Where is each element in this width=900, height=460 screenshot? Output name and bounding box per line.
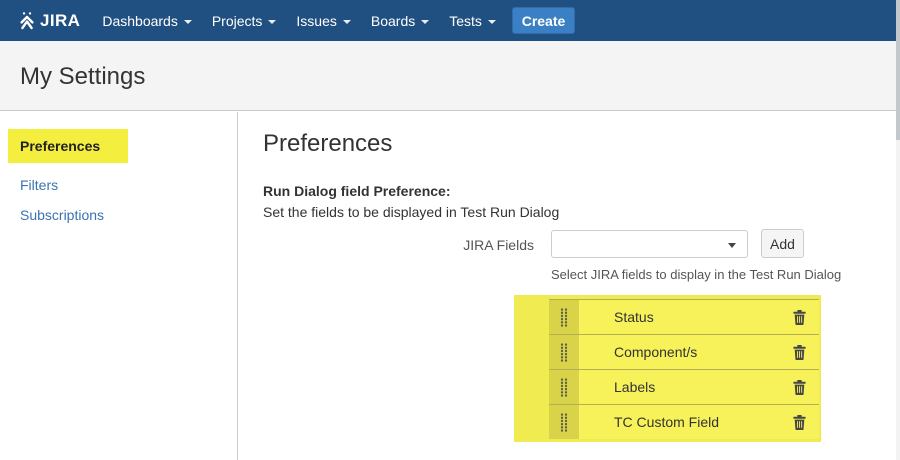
field-label: Status [614, 300, 654, 335]
nav-item-issues[interactable]: Issues [286, 0, 360, 41]
drag-handle[interactable] [549, 405, 579, 439]
drag-dots-icon [560, 308, 568, 327]
field-label: TC Custom Field [614, 405, 719, 440]
run-dialog-section-title: Run Dialog field Preference: [263, 183, 450, 199]
fields-list: Status Component/s [549, 299, 819, 439]
chevron-down-icon [184, 20, 192, 24]
jira-fields-label: JIRA Fields [399, 237, 534, 253]
field-label: Labels [614, 370, 655, 405]
drag-handle[interactable] [549, 300, 579, 334]
select-helper-text: Select JIRA fields to display in the Tes… [551, 267, 841, 282]
run-dialog-section-subtitle: Set the fields to be displayed in Test R… [263, 204, 559, 220]
nav-menu: Dashboards Projects Issues Boards Tests [92, 0, 506, 41]
jira-logo-text: JIRA [40, 11, 80, 31]
drag-handle[interactable] [549, 370, 579, 404]
field-row-labels: Labels [549, 369, 819, 404]
top-navbar: JIRA Dashboards Projects Issues Boards T… [0, 0, 900, 41]
field-label: Component/s [614, 335, 697, 370]
trash-icon[interactable] [793, 310, 806, 325]
nav-item-projects[interactable]: Projects [202, 0, 287, 41]
create-button[interactable]: Create [512, 7, 575, 34]
scrollbar-thumb[interactable] [896, 0, 900, 140]
vertical-scrollbar[interactable] [896, 0, 900, 460]
trash-icon[interactable] [793, 415, 806, 430]
settings-sidebar: Preferences Filters Subscriptions [0, 112, 238, 460]
chevron-down-icon [421, 20, 429, 24]
sidebar-item-filters[interactable]: Filters [20, 177, 58, 193]
preferences-heading: Preferences [263, 130, 392, 158]
field-row-components: Component/s [549, 334, 819, 369]
nav-item-dashboards[interactable]: Dashboards [92, 0, 202, 41]
nav-item-tests[interactable]: Tests [439, 0, 506, 41]
chevron-down-icon [343, 20, 351, 24]
jira-charlie-icon [17, 11, 37, 31]
jira-logo[interactable]: JIRA [17, 11, 80, 31]
nav-item-boards[interactable]: Boards [361, 0, 439, 41]
highlighted-fields-area: Status Component/s [514, 295, 821, 442]
add-button[interactable]: Add [761, 229, 804, 258]
field-row-tc-custom-field: TC Custom Field [549, 404, 819, 439]
trash-icon[interactable] [793, 345, 806, 360]
page-header: My Settings [0, 41, 900, 111]
trash-icon[interactable] [793, 380, 806, 395]
drag-dots-icon [560, 378, 568, 397]
field-row-status: Status [549, 299, 819, 334]
drag-dots-icon [560, 413, 568, 432]
main-content: Preferences Run Dialog field Preference:… [239, 112, 900, 460]
jira-fields-select[interactable] [551, 230, 748, 258]
sidebar-item-subscriptions[interactable]: Subscriptions [20, 207, 104, 223]
chevron-down-icon [268, 20, 276, 24]
sidebar-item-preferences[interactable]: Preferences [8, 129, 128, 163]
page-title: My Settings [20, 63, 145, 91]
drag-handle[interactable] [549, 335, 579, 369]
select-caret-icon [728, 243, 736, 248]
drag-dots-icon [560, 343, 568, 362]
chevron-down-icon [488, 20, 496, 24]
